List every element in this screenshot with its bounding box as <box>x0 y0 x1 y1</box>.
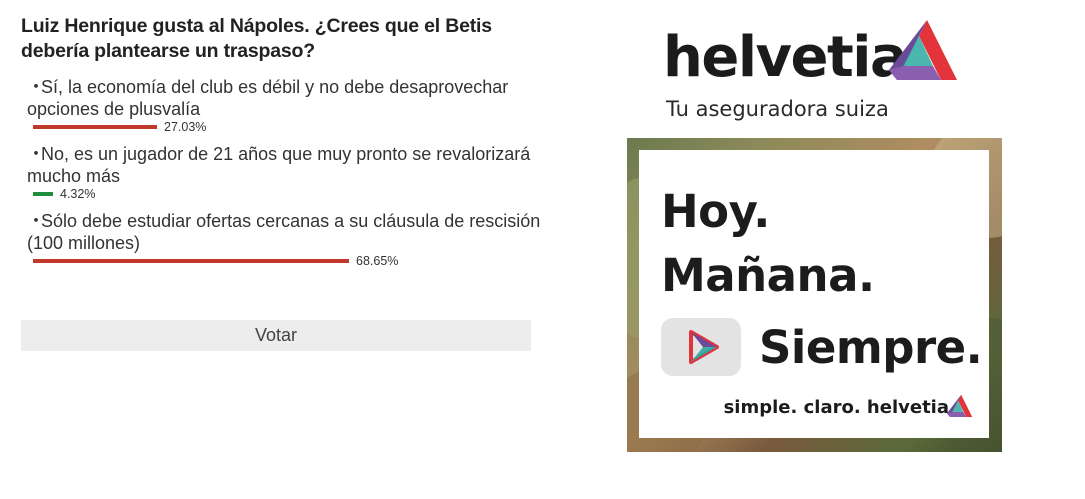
helvetia-logo-icon <box>889 20 957 80</box>
result-bar <box>33 125 157 129</box>
option-text: Sí, la economía del club es débil y no d… <box>27 77 509 119</box>
result-percent: 68.65% <box>356 254 399 268</box>
result-bar <box>33 192 53 196</box>
poll-title: Luiz Henrique gusta al Nápoles. ¿Crees q… <box>21 15 492 62</box>
ad-footer-slogan: simple. claro. helvetia <box>723 397 949 418</box>
ad-card: Hoy. Mañana. Siempre. simple. claro. hel… <box>639 150 989 438</box>
bullet: ・ <box>27 211 45 231</box>
poll-widget: Luiz Henrique gusta al Nápoles. ¿Crees q… <box>21 14 541 277</box>
result-percent: 27.03% <box>164 120 207 134</box>
result-percent: 4.32% <box>60 187 96 201</box>
helvetia-logo-icon <box>947 394 973 418</box>
ad-banner[interactable]: Hoy. Mañana. Siempre. simple. claro. hel… <box>627 138 1002 452</box>
ad-headline-2: Mañana. <box>661 249 875 302</box>
result-row: 4.32% <box>33 187 541 201</box>
result-row: 68.65% <box>33 254 541 268</box>
result-row: 27.03% <box>33 120 541 134</box>
brand-name: helvetia <box>663 25 908 90</box>
ad-headline-1: Hoy. <box>661 185 770 238</box>
ad-headline-3: Siempre. <box>759 321 983 374</box>
vote-button[interactable]: Votar <box>21 320 531 351</box>
option-text: Sólo debe estudiar ofertas cercanas a su… <box>27 211 541 253</box>
poll-option-label[interactable]: ・No, es un jugador de 21 años que muy pr… <box>21 143 541 187</box>
poll-option-label[interactable]: ・Sí, la economía del club es débil y no … <box>21 76 541 120</box>
poll-option-2[interactable]: ・No, es un jugador de 21 años que muy pr… <box>21 143 541 201</box>
poll-option-3[interactable]: ・Sólo debe estudiar ofertas cercanas a s… <box>21 210 541 268</box>
play-icon[interactable] <box>661 318 741 376</box>
poll-option-label[interactable]: ・Sólo debe estudiar ofertas cercanas a s… <box>21 210 541 254</box>
bullet: ・ <box>27 77 45 97</box>
bullet: ・ <box>27 144 45 164</box>
result-bar <box>33 259 349 263</box>
option-text: No, es un jugador de 21 años que muy pro… <box>27 144 531 186</box>
poll-option-1[interactable]: ・Sí, la economía del club es débil y no … <box>21 76 541 134</box>
helvetia-logo[interactable]: helvetia Tu aseguradora suiza <box>663 14 973 126</box>
play-glyph <box>689 330 719 364</box>
brand-tagline: Tu aseguradora suiza <box>666 97 889 121</box>
